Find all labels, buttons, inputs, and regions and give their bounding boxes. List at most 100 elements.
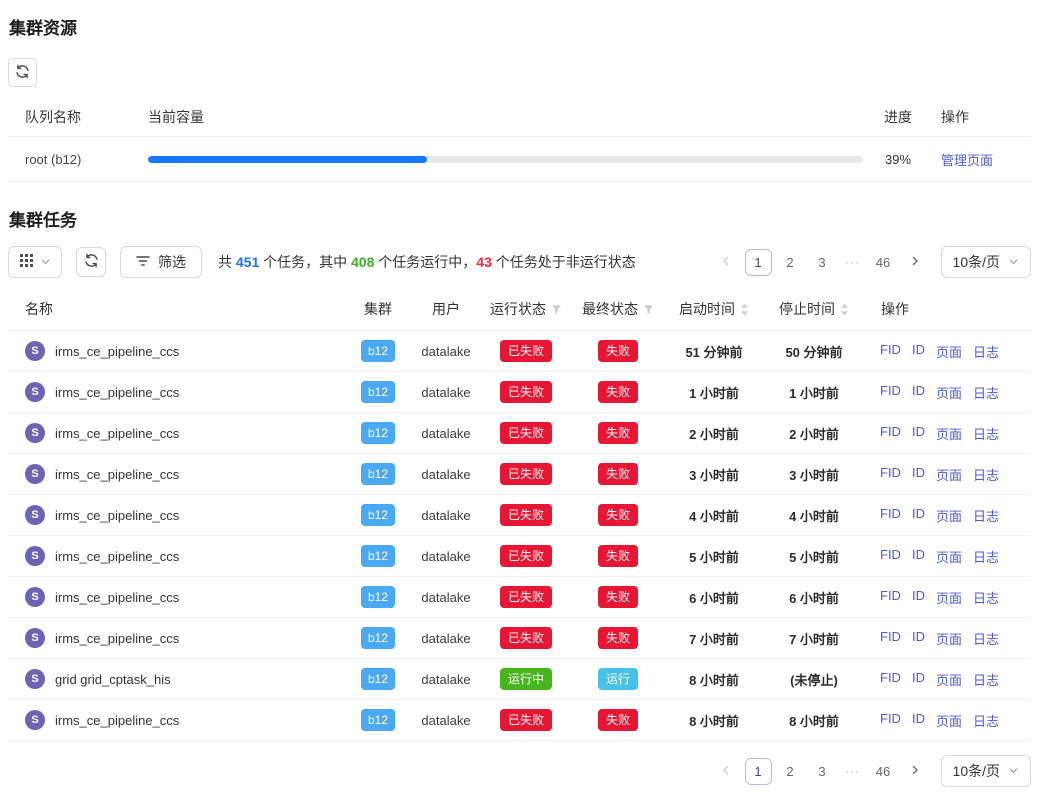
task-user: datalake xyxy=(412,590,480,605)
op-link-id[interactable]: ID xyxy=(912,424,925,443)
op-link-id[interactable]: ID xyxy=(912,670,925,689)
resources-title: 集群资源 xyxy=(8,14,1031,39)
op-link-log[interactable]: 日志 xyxy=(973,465,999,484)
op-link-page[interactable]: 页面 xyxy=(936,465,962,484)
op-link-fid[interactable]: FID xyxy=(880,629,901,648)
page-size-select[interactable]: 10条/页 xyxy=(941,755,1031,787)
final-status-badge: 失败 xyxy=(598,545,638,568)
op-link-page[interactable]: 页面 xyxy=(936,424,962,443)
op-link-page[interactable]: 页面 xyxy=(936,547,962,566)
op-link-log[interactable]: 日志 xyxy=(973,342,999,361)
pagination-page-1[interactable]: 1 xyxy=(745,758,772,785)
run-status-badge: 已失败 xyxy=(500,422,552,445)
pagination-next-button[interactable] xyxy=(902,758,929,785)
filter-icon[interactable] xyxy=(643,304,654,315)
stop-time: 2 小时前 xyxy=(764,424,864,443)
pagination-page-2[interactable]: 2 xyxy=(777,249,804,276)
op-link-log[interactable]: 日志 xyxy=(973,506,999,525)
pagination-page-3[interactable]: 3 xyxy=(809,249,836,276)
op-link-fid[interactable]: FID xyxy=(880,588,901,607)
column-header-label: 名称 xyxy=(25,299,53,319)
op-link-page[interactable]: 页面 xyxy=(936,342,962,361)
pagination-page-2[interactable]: 2 xyxy=(777,758,804,785)
op-link-fid[interactable]: FID xyxy=(880,547,901,566)
ops-cell: FID ID 页面日志 xyxy=(864,383,1031,402)
start-time: 7 小时前 xyxy=(664,629,764,648)
avatar: S xyxy=(25,423,45,443)
op-link-log[interactable]: 日志 xyxy=(973,629,999,648)
column-header-name: 名称 xyxy=(8,299,344,319)
op-link-id[interactable]: ID xyxy=(912,629,925,648)
avatar: S xyxy=(25,628,45,648)
column-header-label: 最终状态 xyxy=(582,299,638,319)
op-link-page[interactable]: 页面 xyxy=(936,588,962,607)
op-link-log[interactable]: 日志 xyxy=(973,383,999,402)
op-link-fid[interactable]: FID xyxy=(880,383,901,402)
resources-refresh-button[interactable] xyxy=(8,58,37,87)
tasks-refresh-button[interactable] xyxy=(76,247,106,277)
op-link-id[interactable]: ID xyxy=(912,547,925,566)
op-link-log[interactable]: 日志 xyxy=(973,670,999,689)
op-link-page[interactable]: 页面 xyxy=(936,711,962,730)
page-size-select[interactable]: 10条/页 xyxy=(941,246,1031,278)
task-name: irms_ce_pipeline_ccs xyxy=(55,713,179,728)
op-link-fid[interactable]: FID xyxy=(880,506,901,525)
op-link-id[interactable]: ID xyxy=(912,506,925,525)
column-header-cluster: 集群 xyxy=(344,299,412,319)
pagination-next-button[interactable] xyxy=(902,249,929,276)
op-link-log[interactable]: 日志 xyxy=(973,711,999,730)
op-link-fid[interactable]: FID xyxy=(880,342,901,361)
column-header-run-status[interactable]: 运行状态 xyxy=(480,299,572,319)
filter-button-label: 筛选 xyxy=(158,252,186,272)
op-link-id[interactable]: ID xyxy=(912,588,925,607)
manage-page-link[interactable]: 管理页面 xyxy=(941,153,993,168)
op-link-page[interactable]: 页面 xyxy=(936,383,962,402)
column-settings-button[interactable] xyxy=(8,246,62,278)
sort-icon[interactable] xyxy=(840,303,849,316)
final-status-badge: 失败 xyxy=(598,463,638,486)
column-header-label: 启动时间 xyxy=(679,299,735,319)
column-header-stop-time[interactable]: 停止时间 xyxy=(764,299,864,319)
pagination-page-1[interactable]: 1 xyxy=(745,249,772,276)
column-header-label: 运行状态 xyxy=(490,299,546,319)
op-link-fid[interactable]: FID xyxy=(880,424,901,443)
op-link-page[interactable]: 页面 xyxy=(936,629,962,648)
pagination-prev-button[interactable] xyxy=(713,249,740,276)
op-link-id[interactable]: ID xyxy=(912,465,925,484)
pagination-ellipsis[interactable]: ··· xyxy=(841,764,865,778)
task-user: datalake xyxy=(412,549,480,564)
final-status-badge: 失败 xyxy=(598,340,638,363)
pagination-bottom: 123 ··· 46 10条/页 xyxy=(713,755,1031,787)
pagination-prev-button[interactable] xyxy=(713,758,740,785)
final-status-badge: 失败 xyxy=(598,422,638,445)
op-link-fid[interactable]: FID xyxy=(880,711,901,730)
stop-time: 50 分钟前 xyxy=(764,342,864,361)
column-header-label: 操作 xyxy=(881,299,909,319)
run-status-badge: 已失败 xyxy=(500,463,552,486)
task-name: grid grid_cptask_his xyxy=(55,672,171,687)
op-link-page[interactable]: 页面 xyxy=(936,506,962,525)
op-link-fid[interactable]: FID xyxy=(880,465,901,484)
pagination-ellipsis[interactable]: ··· xyxy=(841,255,865,269)
sort-icon[interactable] xyxy=(740,303,749,316)
pagination-page-46[interactable]: 46 xyxy=(870,249,897,276)
chevron-left-icon xyxy=(720,764,732,779)
column-header-final-status[interactable]: 最终状态 xyxy=(572,299,664,319)
cluster-badge: b12 xyxy=(361,422,395,444)
op-link-page[interactable]: 页面 xyxy=(936,670,962,689)
column-header-action: 操作 xyxy=(929,107,1031,127)
op-link-log[interactable]: 日志 xyxy=(973,588,999,607)
column-header-start-time[interactable]: 启动时间 xyxy=(664,299,764,319)
op-link-log[interactable]: 日志 xyxy=(973,547,999,566)
op-link-id[interactable]: ID xyxy=(912,342,925,361)
stop-time: 5 小时前 xyxy=(764,547,864,566)
op-link-id[interactable]: ID xyxy=(912,383,925,402)
op-link-fid[interactable]: FID xyxy=(880,670,901,689)
pagination-page-46[interactable]: 46 xyxy=(870,758,897,785)
op-link-id[interactable]: ID xyxy=(912,711,925,730)
filter-icon[interactable] xyxy=(551,304,562,315)
op-link-log[interactable]: 日志 xyxy=(973,424,999,443)
refresh-icon xyxy=(84,253,99,271)
filter-button[interactable]: 筛选 xyxy=(120,246,202,278)
pagination-page-3[interactable]: 3 xyxy=(809,758,836,785)
